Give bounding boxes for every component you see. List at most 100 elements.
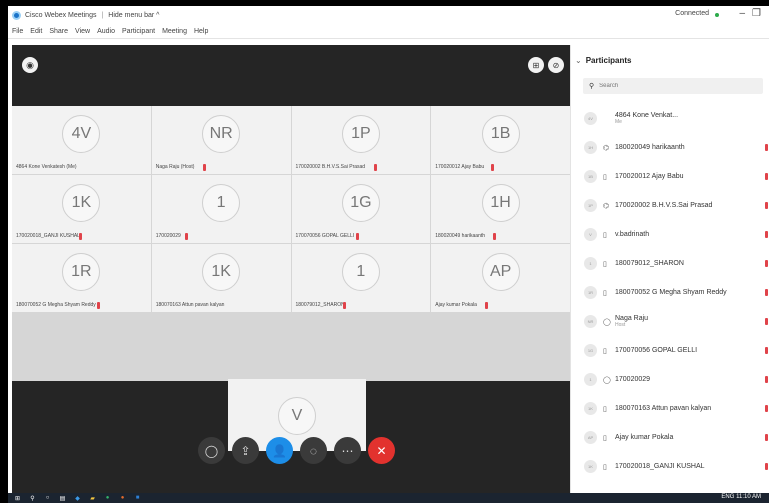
muted-mic-icon[interactable] (765, 463, 768, 470)
video-tile[interactable]: 1K 180070163 Attun pavan kalyan (151, 244, 291, 312)
device-icon: ▯ (603, 347, 607, 355)
meeting-info-icon[interactable]: ◉ (22, 57, 38, 73)
menu-bar: File Edit Share View Audio Participant Meeting… (8, 24, 769, 39)
menu-item-audio[interactable]: Audio (97, 28, 115, 35)
video-tile[interactable]: 4V 4864 Kone Venkatesh (Me) (12, 106, 151, 174)
restore-icon[interactable]: ❐ (752, 8, 761, 19)
menu-item-meeting[interactable]: Meeting (162, 28, 187, 35)
muted-mic-icon[interactable] (765, 202, 768, 209)
participant-name: 170020029 (615, 376, 650, 383)
video-tile[interactable]: 1 180079012_SHARON (291, 244, 431, 312)
menu-item-help[interactable]: Help (194, 28, 208, 35)
video-tile[interactable]: 1G 170070056 GOPAL GELLI (291, 175, 431, 243)
layout-grid-icon[interactable]: ⊞ (528, 57, 544, 73)
participant-name-label: 170020012 Ajay Babu (435, 164, 485, 170)
muted-mic-icon[interactable] (765, 231, 768, 238)
video-tile[interactable]: 1 170020029 (151, 175, 291, 243)
video-tile[interactable]: 1P 170020002 B.H.V.S.Sai Prasad (291, 106, 431, 174)
muted-mic-icon[interactable] (765, 260, 768, 267)
participant-name-label: 170020002 B.H.V.S.Sai Prasad (295, 164, 366, 170)
chat-button[interactable]: ◌ (300, 437, 327, 464)
participant-row[interactable]: 1 ▯ 180079012_SHARON (571, 249, 769, 278)
participant-search-input[interactable] (599, 83, 750, 89)
menu-item-edit[interactable]: Edit (30, 28, 42, 35)
explorer-icon[interactable]: ▰ (89, 495, 96, 502)
participant-row[interactable]: 4V 4864 Kone Venkat... Me (571, 104, 769, 133)
title-separator: | (101, 11, 104, 19)
task-view-icon[interactable]: ▤ (59, 495, 66, 502)
muted-mic-icon[interactable] (765, 434, 768, 441)
muted-mic-icon[interactable] (765, 347, 768, 354)
muted-mic-icon[interactable] (765, 289, 768, 296)
muted-mic-icon[interactable] (765, 376, 768, 383)
mute-button[interactable]: ◯ (198, 437, 225, 464)
participant-row[interactable]: 1G ▯ 170070056 GOPAL GELLI (571, 336, 769, 365)
participant-row[interactable]: 1H ⌬ 180020049 harikaanth (571, 133, 769, 162)
participant-name-label: 4864 Kone Venkatesh (Me) (16, 164, 77, 170)
app-icon[interactable]: ● (119, 495, 126, 502)
participant-row[interactable]: 1K ▯ 180070163 Attun pavan kalyan (571, 394, 769, 423)
device-icon: ▯ (603, 260, 607, 268)
lock-layout-icon[interactable]: ⊘ (548, 57, 564, 73)
menu-item-share[interactable]: Share (49, 28, 68, 35)
participant-name-text: Ajay kumar Pokala (615, 434, 674, 441)
participant-row[interactable]: NR ◯ Naga Raju Host (571, 307, 769, 336)
participant-name: 180020049 harikaanth (615, 144, 685, 151)
participant-avatar: 1B (584, 170, 597, 183)
participant-name: Naga Raju Host (615, 315, 648, 328)
menu-item-participant[interactable]: Participant (122, 28, 155, 35)
participant-avatar: 1 (341, 253, 380, 291)
menu-item-file[interactable]: File (12, 28, 23, 35)
share-button[interactable]: ⇪ (232, 437, 259, 464)
video-tile[interactable]: 1B 170020012 Ajay Babu (431, 106, 570, 174)
participant-avatar: 1 (202, 184, 241, 222)
webex-taskbar-icon[interactable]: ■ (134, 495, 141, 502)
video-tile[interactable]: 1K 170020018_GANJI KUSHAL (12, 175, 151, 243)
muted-mic-icon[interactable] (765, 318, 768, 325)
participant-row[interactable]: AP ▯ Ajay kumar Pokala (571, 423, 769, 452)
participant-list: 4V 4864 Kone Venkat... Me 1H ⌬ 180020049 hari… (571, 104, 769, 481)
device-icon: ⌬ (603, 202, 610, 210)
minimize-icon[interactable]: – (739, 8, 745, 19)
participant-row[interactable]: 1P ⌬ 170020002 B.H.V.S.Sai Prasad (571, 191, 769, 220)
edge-icon[interactable]: ◆ (74, 495, 81, 502)
participant-name-label: 180070163 Attun pavan kalyan (155, 302, 225, 308)
participant-row[interactable]: 1B ▯ 170020012 Ajay Babu (571, 162, 769, 191)
participant-avatar: V (278, 397, 316, 435)
muted-mic-icon (79, 233, 83, 240)
device-icon: ▯ (603, 463, 607, 471)
video-tile[interactable]: 1H 180020049 harikaanth (431, 175, 570, 243)
participant-row[interactable]: 1 ◯ 170020029 (571, 365, 769, 394)
video-tile[interactable]: 1R 180070052 G Megha Shyam Reddy (12, 244, 151, 312)
cortana-icon[interactable]: ○ (44, 495, 51, 502)
connection-status-icon (715, 13, 719, 17)
app-icon[interactable]: ● (104, 495, 111, 502)
search-icon: ⚲ (589, 83, 595, 90)
participant-row[interactable]: V ▯ v.badrinath (571, 220, 769, 249)
muted-mic-icon[interactable] (765, 144, 768, 151)
participant-name: 4864 Kone Venkat... Me (615, 112, 678, 125)
participant-avatar: 1G (341, 184, 380, 222)
participant-row[interactable]: 1R ▯ 180070052 G Megha Shyam Reddy (571, 278, 769, 307)
participant-row[interactable]: 1K ▯ 170020018_GANJI KUSHAL (571, 452, 769, 481)
participant-avatar: 1K (202, 253, 241, 291)
video-tile[interactable]: NR Naga Raju (Host) (151, 106, 291, 174)
windows-start-icon[interactable]: ⊞ (14, 495, 21, 502)
participants-button[interactable]: 👤 (266, 437, 293, 464)
window-title: Cisco Webex Meetings (25, 11, 97, 19)
device-icon: ⌬ (603, 144, 610, 152)
chevron-down-icon[interactable]: ⌄ (575, 56, 582, 65)
end-meeting-button[interactable]: ✕ (368, 437, 395, 464)
participant-name-text: 4864 Kone Venkat... (615, 112, 679, 119)
participant-name-label: 170070056 GOPAL GELLI (295, 233, 355, 239)
participant-avatar: 1P (584, 199, 597, 212)
participants-panel-header[interactable]: ⌄ Participants (575, 56, 632, 65)
video-tile[interactable]: AP Ajay kumar Pokala (431, 244, 570, 312)
participant-name-label: Ajay kumar Pokala (435, 302, 477, 308)
muted-mic-icon[interactable] (765, 405, 768, 412)
search-icon[interactable]: ⚲ (29, 495, 36, 502)
muted-mic-icon[interactable] (765, 173, 768, 180)
hide-menu-bar-button[interactable]: Hide menu bar ^ (108, 12, 159, 19)
menu-item-view[interactable]: View (75, 28, 90, 35)
more-button[interactable]: ⋯ (334, 437, 361, 464)
